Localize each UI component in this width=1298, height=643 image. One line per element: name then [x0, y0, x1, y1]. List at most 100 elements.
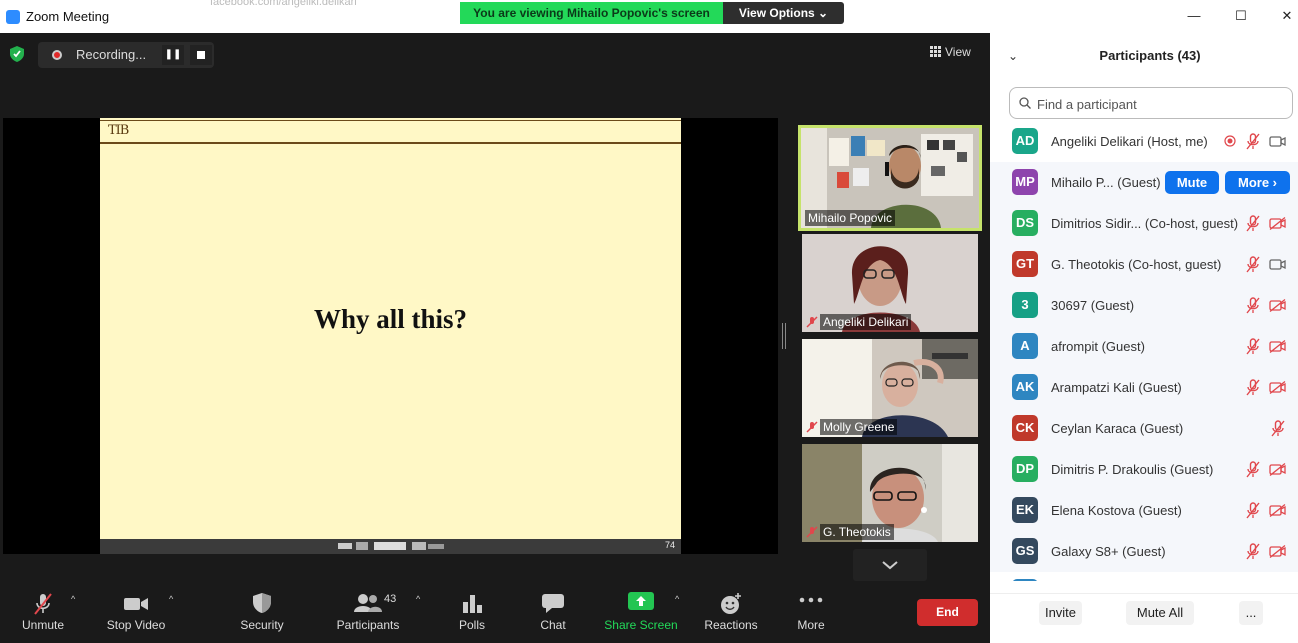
- tile-name: Angeliki Delikari: [820, 314, 912, 330]
- participant-row[interactable]: AD Angeliki Delikari (Host, me): [990, 121, 1298, 162]
- panel-footer: Invite Mute All ...: [990, 593, 1298, 643]
- participants-button[interactable]: 43 Participants: [334, 584, 402, 643]
- recording-label: Recording...: [76, 47, 147, 62]
- window-title: Zoom Meeting: [26, 9, 110, 24]
- chat-bubble-icon: [542, 594, 564, 613]
- video-options-caret-icon[interactable]: ^: [169, 594, 173, 604]
- slide-logo: TIB: [108, 123, 129, 138]
- video-tile-mihailo-popovic[interactable]: Mihailo Popovic: [798, 125, 982, 231]
- participant-row[interactable]: GT G. Theotokis (Co-host, guest): [990, 244, 1298, 285]
- participant-name: Angeliki Delikari (Host, me): [1051, 134, 1208, 149]
- share-screen-icon: [628, 592, 654, 610]
- scroll-down-button[interactable]: [853, 549, 927, 581]
- recording-indicator: Recording... ❚❚: [38, 42, 214, 68]
- video-camera-icon[interactable]: [1269, 135, 1286, 148]
- video-off-icon[interactable]: [1269, 463, 1286, 476]
- muted-mic-icon[interactable]: [1245, 338, 1261, 355]
- panel-more-button[interactable]: ...: [1239, 601, 1263, 625]
- participant-search[interactable]: [1009, 87, 1293, 119]
- mute-participant-button[interactable]: Mute: [1165, 171, 1219, 194]
- polls-button[interactable]: Polls: [452, 584, 492, 643]
- shared-screen: TIB Why all this? 74: [3, 118, 778, 554]
- avatar: AK: [1012, 374, 1038, 400]
- stop-video-button[interactable]: Stop Video: [103, 584, 169, 643]
- video-camera-icon: [124, 598, 148, 610]
- mute-all-button[interactable]: Mute All: [1126, 601, 1194, 625]
- muted-mic-icon[interactable]: [1245, 256, 1261, 273]
- share-options-caret-icon[interactable]: ^: [675, 594, 679, 604]
- muted-mic-icon[interactable]: [1245, 297, 1261, 314]
- muted-mic-icon[interactable]: [1245, 133, 1261, 150]
- security-button[interactable]: Security: [236, 584, 288, 643]
- reactions-button[interactable]: Reactions: [701, 584, 761, 643]
- end-meeting-button[interactable]: End: [917, 599, 978, 626]
- stop-recording-button[interactable]: [190, 45, 212, 65]
- participants-options-caret-icon[interactable]: ^: [416, 594, 420, 604]
- participant-row[interactable]: 3 30697 (Guest): [990, 285, 1298, 326]
- video-off-icon[interactable]: [1269, 217, 1286, 230]
- window-titlebar: Zoom Meeting facebook.com/angeliki.delik…: [0, 0, 1298, 33]
- participant-row[interactable]: MP Mihailo P... (Guest) Mute More ›: [990, 162, 1298, 203]
- video-camera-icon[interactable]: [1269, 258, 1286, 271]
- muted-mic-icon[interactable]: [1245, 379, 1261, 396]
- participant-row[interactable]: AK Arampatzi Kali (Guest): [990, 367, 1298, 408]
- tile-name: G. Theotokis: [820, 524, 894, 540]
- muted-mic-icon[interactable]: [1245, 461, 1261, 478]
- view-label: View: [945, 45, 971, 59]
- video-off-icon[interactable]: [1269, 299, 1286, 312]
- maximize-button[interactable]: ☐: [1229, 6, 1253, 26]
- muted-mic-icon[interactable]: [1245, 215, 1261, 232]
- participant-name: afrompit (Guest): [1051, 339, 1145, 354]
- background-url: facebook.com/angeliki.delikari: [210, 0, 357, 8]
- video-tile-angeliki-delikari[interactable]: Angeliki Delikari: [802, 234, 978, 332]
- video-off-icon[interactable]: [1269, 381, 1286, 394]
- avatar: [1012, 579, 1038, 581]
- chevron-down-icon: [882, 561, 898, 570]
- participant-row[interactable]: DP Dimitris P. Drakoulis (Guest): [990, 449, 1298, 490]
- video-off-icon[interactable]: [1269, 340, 1286, 353]
- audio-options-caret-icon[interactable]: ^: [71, 594, 75, 604]
- participants-icon: [354, 594, 382, 612]
- video-off-icon[interactable]: [1269, 504, 1286, 517]
- presentation-slide: TIB Why all this?: [100, 118, 681, 539]
- stop-video-label: Stop Video: [106, 618, 166, 632]
- participant-row[interactable]: CK Ceylan Karaca (Guest): [990, 408, 1298, 449]
- shield-icon[interactable]: [10, 46, 24, 62]
- avatar: GT: [1012, 251, 1038, 277]
- close-button[interactable]: ✕: [1275, 6, 1298, 26]
- muted-mic-icon[interactable]: [1245, 543, 1261, 560]
- participant-name: Galaxy S8+ (Guest): [1051, 544, 1166, 559]
- record-dot-icon: [52, 50, 62, 60]
- share-screen-button[interactable]: Share Screen: [604, 584, 678, 643]
- video-tile-molly-greene[interactable]: Molly Greene: [802, 339, 978, 437]
- video-off-icon[interactable]: [1269, 545, 1286, 558]
- participant-more-button[interactable]: More ›: [1225, 171, 1290, 194]
- security-label: Security: [240, 618, 284, 632]
- participant-row[interactable]: EK Elena Kostova (Guest): [990, 490, 1298, 531]
- participant-list: AD Angeliki Delikari (Host, me) MP Mihailo …: [990, 121, 1298, 581]
- view-toggle-button[interactable]: View: [930, 45, 971, 59]
- view-options-button[interactable]: View Options ⌄: [723, 2, 844, 24]
- resize-handle[interactable]: [782, 323, 786, 349]
- avatar: AD: [1012, 128, 1038, 154]
- muted-mic-icon[interactable]: [1245, 502, 1261, 519]
- avatar: GS: [1012, 538, 1038, 564]
- invite-button[interactable]: Invite: [1039, 601, 1082, 625]
- muted-mic-icon[interactable]: [1270, 420, 1286, 437]
- search-input[interactable]: [1037, 94, 1287, 114]
- bar-chart-icon: [463, 595, 482, 613]
- slide-rule: [100, 120, 681, 121]
- smiley-plus-icon: [721, 593, 741, 614]
- minimize-button[interactable]: —: [1182, 6, 1206, 26]
- participant-row[interactable]: GS Galaxy S8+ (Guest): [990, 531, 1298, 572]
- participant-name: Mihailo P... (Guest): [1051, 175, 1161, 190]
- video-tile-g-theotokis[interactable]: G. Theotokis: [802, 444, 978, 542]
- slide-title: Why all this?: [313, 304, 468, 334]
- participant-row[interactable]: Aafrompit (Guest): [990, 326, 1298, 367]
- participant-name: 30697 (Guest): [1051, 298, 1135, 313]
- participant-row[interactable]: DS Dimitrios Sidir... (Co-host, guest): [990, 203, 1298, 244]
- more-button[interactable]: More: [790, 584, 832, 643]
- pause-recording-button[interactable]: ❚❚: [162, 45, 184, 65]
- chat-button[interactable]: Chat: [531, 584, 575, 643]
- unmute-button[interactable]: Unmute: [14, 584, 72, 643]
